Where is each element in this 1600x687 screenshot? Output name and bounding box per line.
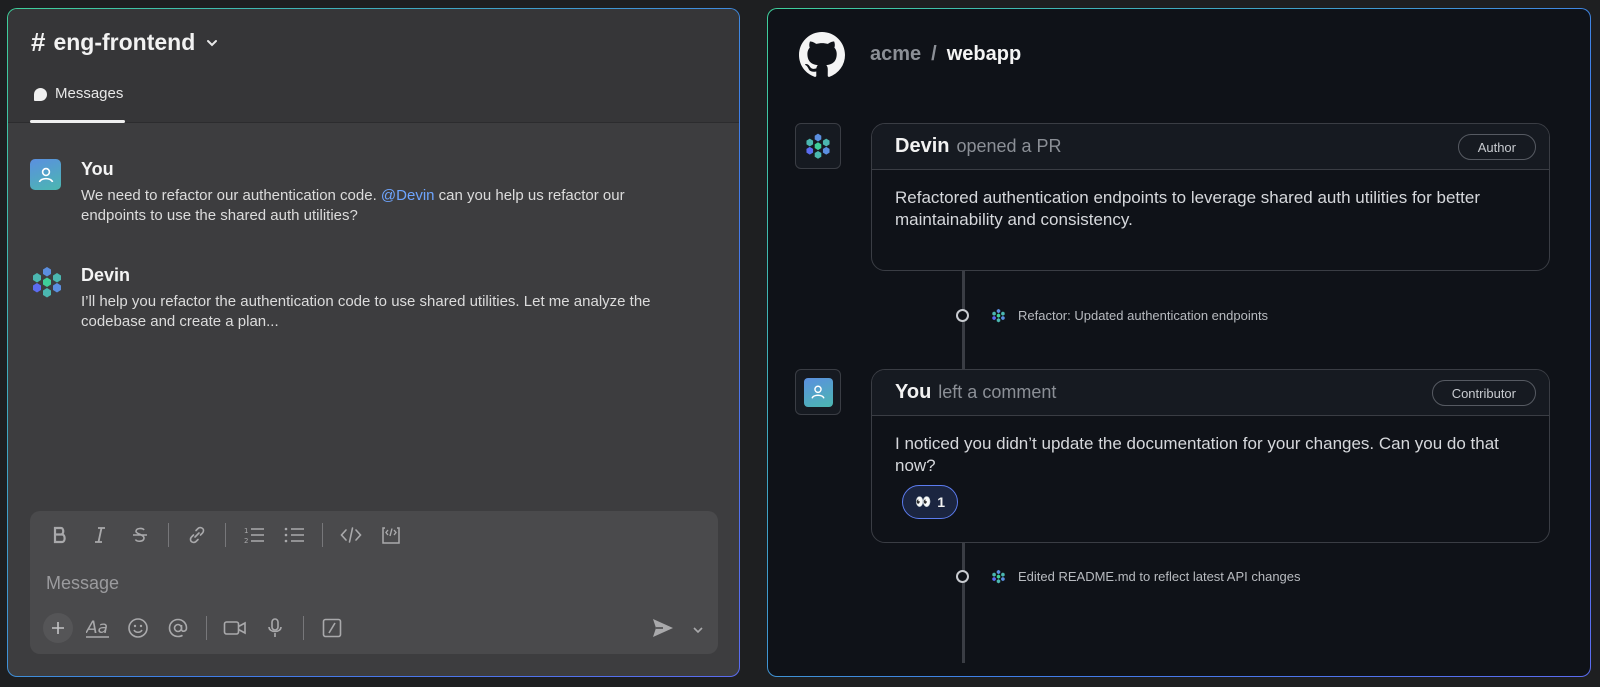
- reaction-button[interactable]: 👀 1: [902, 485, 958, 519]
- chat-panel: # eng-frontend Messages You We need to r…: [7, 8, 740, 677]
- breadcrumb: acme / webapp: [870, 43, 1021, 66]
- github-logo-icon[interactable]: [799, 32, 845, 78]
- eyes-emoji-icon: 👀: [915, 494, 932, 509]
- toolbar-divider: [168, 523, 169, 547]
- card-author[interactable]: You: [895, 381, 931, 404]
- svg-text:Aa: Aa: [86, 618, 108, 638]
- send-icon[interactable]: [652, 618, 674, 643]
- card-action: opened a PR: [956, 136, 1062, 156]
- tab-messages[interactable]: Messages: [30, 85, 125, 123]
- message-bubble-icon: [34, 88, 47, 101]
- video-icon[interactable]: [215, 614, 255, 642]
- tab-messages-label: Messages: [55, 85, 124, 102]
- plus-button-wrap: [38, 613, 78, 643]
- devin-logo-icon: [33, 267, 61, 298]
- plus-icon[interactable]: [43, 613, 73, 643]
- pr-panel: acme / webapp Devin opened a PR Author Ref…: [767, 8, 1591, 677]
- comment-body: I noticed you didn’t update the document…: [872, 416, 1549, 529]
- role-badge: Author: [1457, 134, 1536, 160]
- comment-text: I noticed you didn’t update the document…: [895, 434, 1499, 475]
- svg-text:2: 2: [244, 537, 248, 545]
- avatar[interactable]: [30, 159, 61, 190]
- timeline-dot: [956, 570, 969, 583]
- card-action: left a comment: [938, 382, 1057, 402]
- bold-icon[interactable]: [40, 521, 80, 549]
- comment-card: You left a comment Contributor I noticed…: [871, 369, 1550, 543]
- message-text: I’ll help you refactor the authenticatio…: [81, 293, 651, 330]
- italic-icon[interactable]: [80, 521, 120, 549]
- toolbar-divider: [303, 616, 304, 640]
- reaction-count: 1: [937, 494, 945, 510]
- timeline-event: Edited README.md to reflect latest API c…: [956, 569, 1301, 584]
- message-item: You We need to refactor our authenticati…: [30, 159, 681, 226]
- message-text-part: We need to refactor our authentication c…: [81, 187, 381, 204]
- commit-message[interactable]: Edited README.md to reflect latest API c…: [1018, 569, 1301, 584]
- avatar[interactable]: [795, 369, 841, 415]
- toolbar-divider: [206, 616, 207, 640]
- avatar[interactable]: [795, 123, 841, 169]
- message-input[interactable]: Message: [46, 573, 119, 594]
- format-toolbar: 12: [40, 521, 411, 549]
- text-format-icon[interactable]: Aa: [78, 614, 118, 642]
- repo-name-link[interactable]: webapp: [947, 43, 1021, 65]
- pr-card: Devin opened a PR Author Refactored auth…: [871, 123, 1550, 271]
- chevron-down-icon[interactable]: [692, 622, 704, 640]
- microphone-icon[interactable]: [255, 614, 295, 642]
- code-block-icon[interactable]: [371, 521, 411, 549]
- devin-logo-icon: [992, 569, 1005, 584]
- user-icon: [38, 167, 53, 182]
- devin-logo-icon: [806, 133, 830, 159]
- slash-command-icon[interactable]: [312, 614, 352, 642]
- timeline-dot: [956, 309, 969, 322]
- message-composer: 12 Message Aa: [30, 511, 718, 654]
- mention-icon[interactable]: [158, 614, 198, 642]
- card-header: You left a comment Contributor: [872, 370, 1549, 416]
- mention-link[interactable]: @Devin: [381, 187, 435, 204]
- card-author[interactable]: Devin: [895, 135, 949, 158]
- code-icon[interactable]: [331, 521, 371, 549]
- timeline-line: [962, 543, 965, 663]
- avatar[interactable]: [30, 265, 61, 298]
- repo-owner-link[interactable]: acme: [870, 43, 921, 65]
- message-author[interactable]: You: [81, 159, 681, 180]
- toolbar-divider: [225, 523, 226, 547]
- emoji-icon[interactable]: [118, 614, 158, 642]
- link-icon[interactable]: [177, 521, 217, 549]
- card-header: Devin opened a PR Author: [872, 124, 1549, 170]
- message-text: We need to refactor our authentication c…: [81, 186, 681, 226]
- ordered-list-icon[interactable]: 12: [234, 521, 274, 549]
- channel-header: # eng-frontend Messages: [8, 9, 739, 123]
- pr-description: Refactored authentication endpoints to l…: [895, 188, 1480, 229]
- action-toolbar: Aa: [38, 613, 352, 643]
- message-item: Devin I’ll help you refactor the authent…: [30, 265, 681, 332]
- bullet-list-icon[interactable]: [274, 521, 314, 549]
- strikethrough-icon[interactable]: [120, 521, 160, 549]
- devin-logo-icon: [992, 308, 1005, 323]
- chevron-down-icon: [207, 39, 218, 46]
- commit-message[interactable]: Refactor: Updated authentication endpoin…: [1018, 308, 1268, 323]
- timeline-event: Refactor: Updated authentication endpoin…: [956, 308, 1268, 323]
- channel-switcher[interactable]: # eng-frontend: [31, 27, 219, 58]
- toolbar-divider: [322, 523, 323, 547]
- breadcrumb-separator: /: [931, 43, 937, 65]
- channel-name: eng-frontend: [53, 29, 196, 55]
- svg-text:1: 1: [244, 527, 248, 535]
- user-icon: [811, 385, 825, 399]
- channel-hash: #: [31, 27, 46, 57]
- role-badge: Contributor: [1431, 380, 1536, 406]
- message-author[interactable]: Devin: [81, 265, 681, 286]
- user-avatar-badge: [803, 377, 833, 407]
